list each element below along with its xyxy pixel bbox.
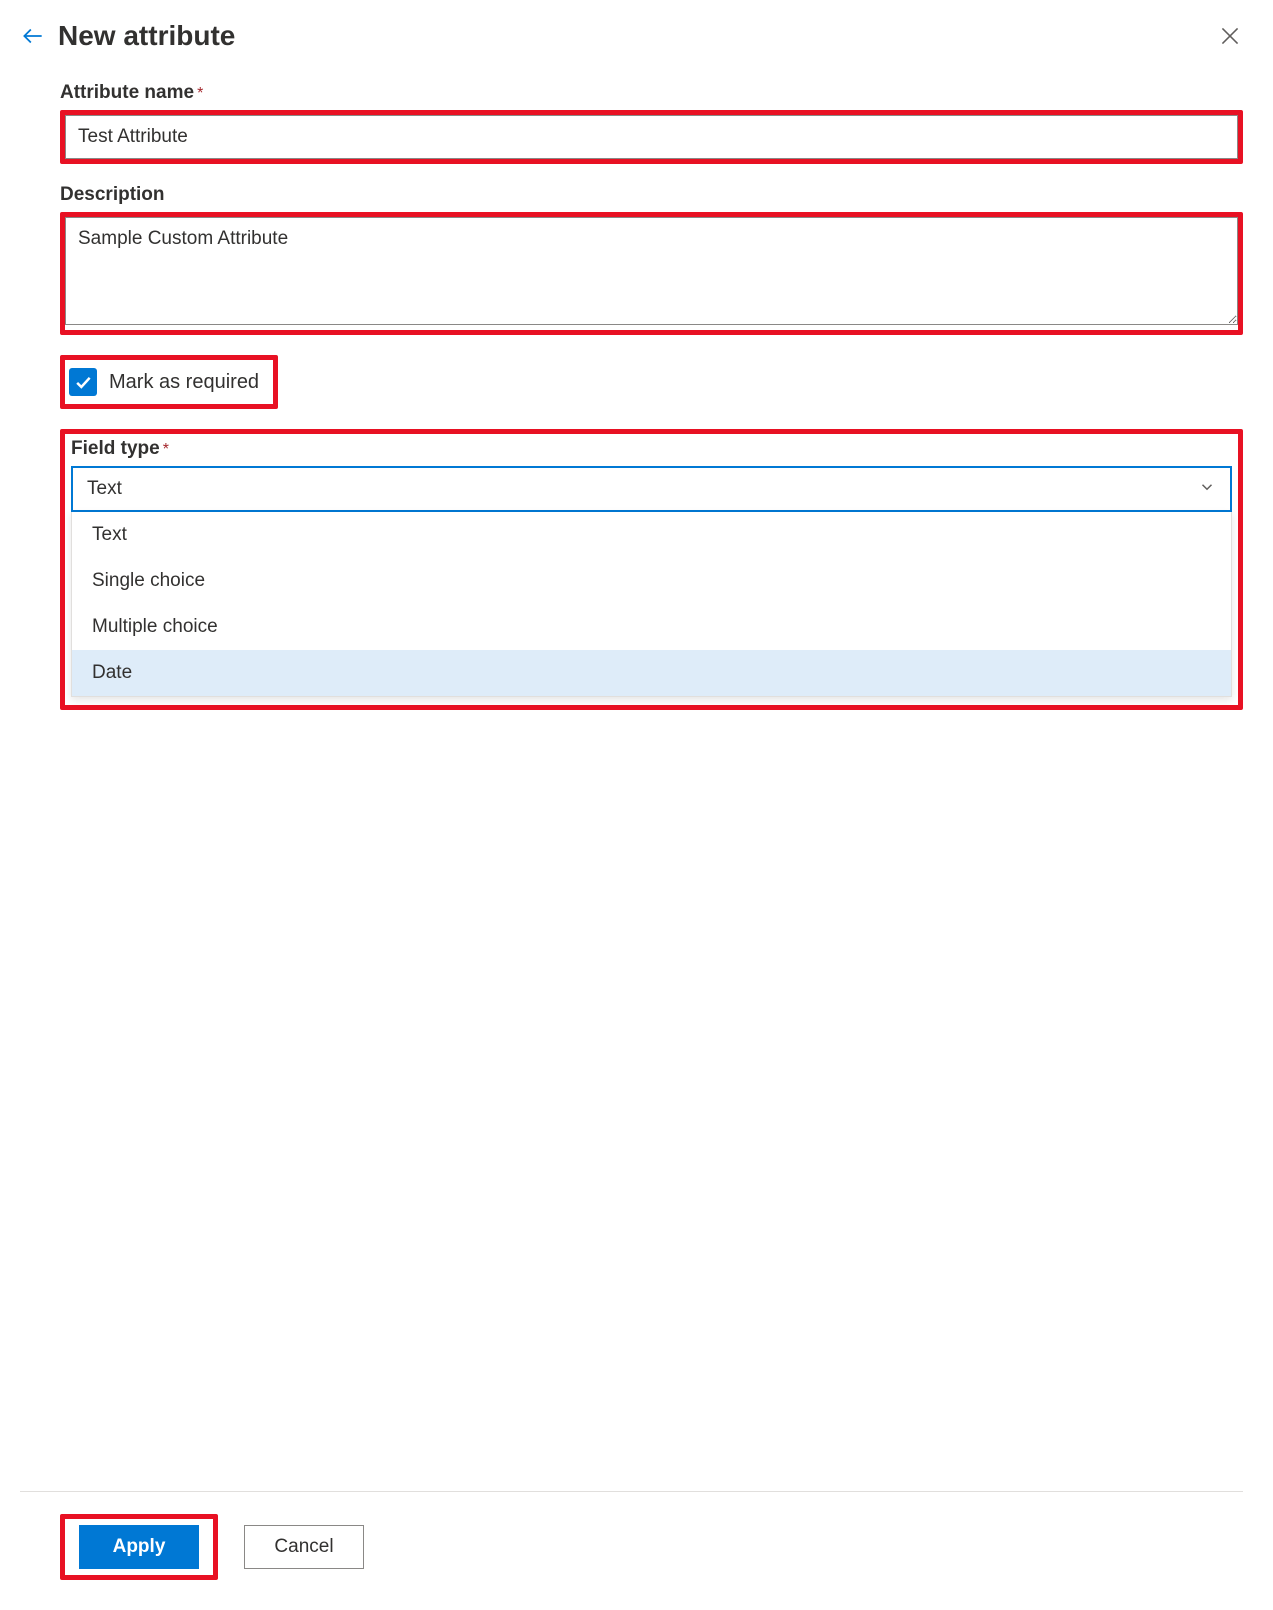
chevron-down-icon xyxy=(1198,478,1216,501)
mark-required-checkbox[interactable] xyxy=(69,368,97,396)
field-type-field: Field type* Text Text Single choice Mult… xyxy=(60,429,1243,710)
field-type-selected-value: Text xyxy=(87,478,122,500)
apply-button[interactable]: Apply xyxy=(79,1525,199,1569)
field-type-select[interactable]: Text xyxy=(71,466,1232,512)
panel-footer: Apply Cancel xyxy=(20,1491,1243,1610)
description-label: Description xyxy=(60,184,165,206)
cancel-button[interactable]: Cancel xyxy=(244,1525,364,1569)
panel-header: New attribute xyxy=(20,20,1243,52)
field-type-option-text[interactable]: Text xyxy=(72,512,1231,558)
required-indicator-icon: * xyxy=(163,441,169,458)
attribute-name-input[interactable] xyxy=(65,115,1238,159)
field-type-label: Field type xyxy=(71,438,160,460)
field-type-dropdown: Text Single choice Multiple choice Date xyxy=(71,512,1232,697)
panel-title: New attribute xyxy=(58,20,235,52)
description-input[interactable] xyxy=(65,217,1238,325)
field-type-option-multiple-choice[interactable]: Multiple choice xyxy=(72,604,1231,650)
description-field: Description xyxy=(60,184,1243,335)
close-icon[interactable] xyxy=(1217,23,1243,49)
attribute-name-field: Attribute name* xyxy=(60,82,1243,164)
back-arrow-icon[interactable] xyxy=(20,23,46,49)
field-type-option-date[interactable]: Date xyxy=(72,650,1231,696)
required-indicator-icon: * xyxy=(197,85,203,102)
mark-required-label: Mark as required xyxy=(109,371,259,394)
mark-required-field: Mark as required xyxy=(60,355,1243,409)
field-type-option-single-choice[interactable]: Single choice xyxy=(72,558,1231,604)
attribute-name-label: Attribute name xyxy=(60,82,194,104)
